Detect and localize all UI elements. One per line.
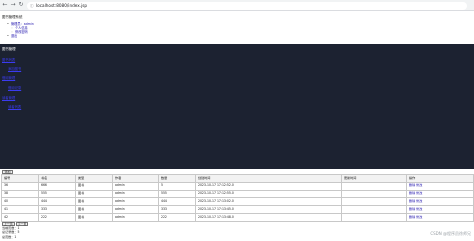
column-header: 创建时间: [195, 174, 342, 183]
table-row: 38 555 图书 admin 555 2023-10-17 17:12:55.…: [1, 189, 474, 199]
cell-title: 555: [38, 189, 76, 199]
cell-updated: [341, 189, 407, 199]
table-row: 41 333 图书 admin 333 2023-10-17 17:13:45.…: [1, 205, 474, 214]
panel-title: 图书管理: [2, 47, 16, 51]
cell-title: 333: [38, 205, 76, 214]
watermark: CSDN @程序员徐师兄: [430, 231, 471, 237]
address-bar[interactable]: ⓘ localhost:8080/index.jsp: [27, 1, 467, 10]
cell-count: 333: [158, 205, 196, 214]
book-table: 编号 书名 类型 作者 数量 创建时间 更新时间 操作 36 666 图书 ad…: [1, 174, 474, 222]
link-borrow-manage[interactable]: 借阅管理: [2, 76, 15, 81]
table-row: 42 222 图书 admin 222 2023-10-17 17:13:48.…: [1, 212, 474, 222]
cell-updated: [341, 197, 407, 207]
logout-link[interactable]: 退出: [11, 34, 17, 38]
column-header: 操作: [406, 174, 474, 183]
column-header: 类型: [75, 174, 113, 183]
table-row: 40 444 图书 admin 444 2023-10-17 17:13:02.…: [1, 197, 474, 207]
cell-actions[interactable]: 删除 修改: [406, 181, 474, 191]
link-reader-list[interactable]: 读者列表: [8, 105, 21, 110]
dark-panel: 图书管理 图书列表 添加图书 借阅管理 借阅记录 读者管理 读者列表: [0, 44, 474, 169]
table-header-row: 编号 书名 类型 作者 数量 创建时间 更新时间 操作: [1, 174, 474, 183]
cell-created: 2023-10-17 17:12:52.0: [195, 181, 342, 191]
add-button[interactable]: 添加: [2, 169, 14, 174]
cell-actions[interactable]: 删除 修改: [406, 212, 474, 222]
cell-updated: [341, 212, 407, 222]
cell-actions[interactable]: 删除 修改: [406, 189, 474, 199]
cell-id: 40: [1, 197, 39, 207]
total-pages-text: 总页数：1: [2, 234, 17, 239]
cell-author: admin: [112, 205, 159, 214]
cell-id: 38: [1, 189, 39, 199]
reload-icon[interactable]: ↻: [18, 2, 24, 8]
url-text: localhost:8080/index.jsp: [36, 2, 88, 8]
cell-type: 图书: [75, 189, 113, 199]
cell-type: 图书: [75, 181, 113, 191]
forward-arrow-icon[interactable]: →: [10, 2, 16, 8]
cell-author: admin: [112, 197, 159, 207]
cell-updated: [341, 205, 407, 214]
cell-type: 图书: [75, 212, 113, 222]
prev-page-button[interactable]: 上一页: [2, 221, 15, 226]
cell-type: 图书: [75, 205, 113, 214]
link-reader-manage[interactable]: 读者管理: [2, 96, 15, 101]
cell-author: admin: [112, 181, 159, 191]
cell-type: 图书: [75, 197, 113, 207]
cell-created: 2023-10-17 17:13:02.0: [195, 197, 342, 207]
cell-count: 222: [158, 212, 196, 222]
next-page-button[interactable]: 下一页: [15, 221, 29, 226]
cell-count: 555: [158, 189, 196, 199]
column-header: 书名: [38, 174, 76, 183]
table-row: 36 666 图书 admin 5 2023-10-17 17:12:52.0 …: [1, 181, 474, 191]
cell-title: 444: [38, 197, 76, 207]
pagination: 上一页 下一页: [2, 221, 29, 226]
user-menu-tree: • 管理员：admin ◦ 个人信息 ◦ 修改密码 • 退出: [7, 22, 207, 38]
link-borrow-records[interactable]: 借阅记录: [8, 86, 21, 91]
site-title: 图书管理系统: [2, 14, 23, 19]
cell-created: 2023-10-17 17:13:45.0: [195, 205, 342, 214]
info-icon[interactable]: ⓘ: [30, 2, 34, 10]
total-records-text: 总记录数：5: [2, 230, 20, 234]
column-header: 更新时间: [341, 174, 407, 183]
cell-actions[interactable]: 删除 修改: [406, 197, 474, 207]
cell-title: 666: [38, 181, 76, 191]
cell-id: 41: [1, 205, 39, 214]
back-arrow-icon[interactable]: ←: [2, 2, 8, 8]
cell-created: 2023-10-17 17:12:55.0: [195, 189, 342, 199]
cell-id: 42: [1, 212, 39, 222]
column-header: 数量: [158, 174, 196, 183]
column-header: 作者: [112, 174, 159, 183]
cell-count: 444: [158, 197, 196, 207]
cell-id: 36: [1, 181, 39, 191]
cell-title: 222: [38, 212, 76, 222]
tree-item-logout: • 退出: [7, 34, 207, 38]
browser-toolbar: ← → ↻ ⓘ localhost:8080/index.jsp: [0, 0, 474, 11]
link-add-book[interactable]: 添加图书: [8, 67, 21, 72]
link-book-list[interactable]: 图书列表: [2, 58, 15, 63]
cell-updated: [341, 181, 407, 191]
cell-count: 5: [158, 181, 196, 191]
column-header: 编号: [1, 174, 39, 183]
cell-created: 2023-10-17 17:13:48.0: [195, 212, 342, 222]
cell-author: admin: [112, 189, 159, 199]
cell-actions[interactable]: 删除 修改: [406, 205, 474, 214]
cell-author: admin: [112, 212, 159, 222]
